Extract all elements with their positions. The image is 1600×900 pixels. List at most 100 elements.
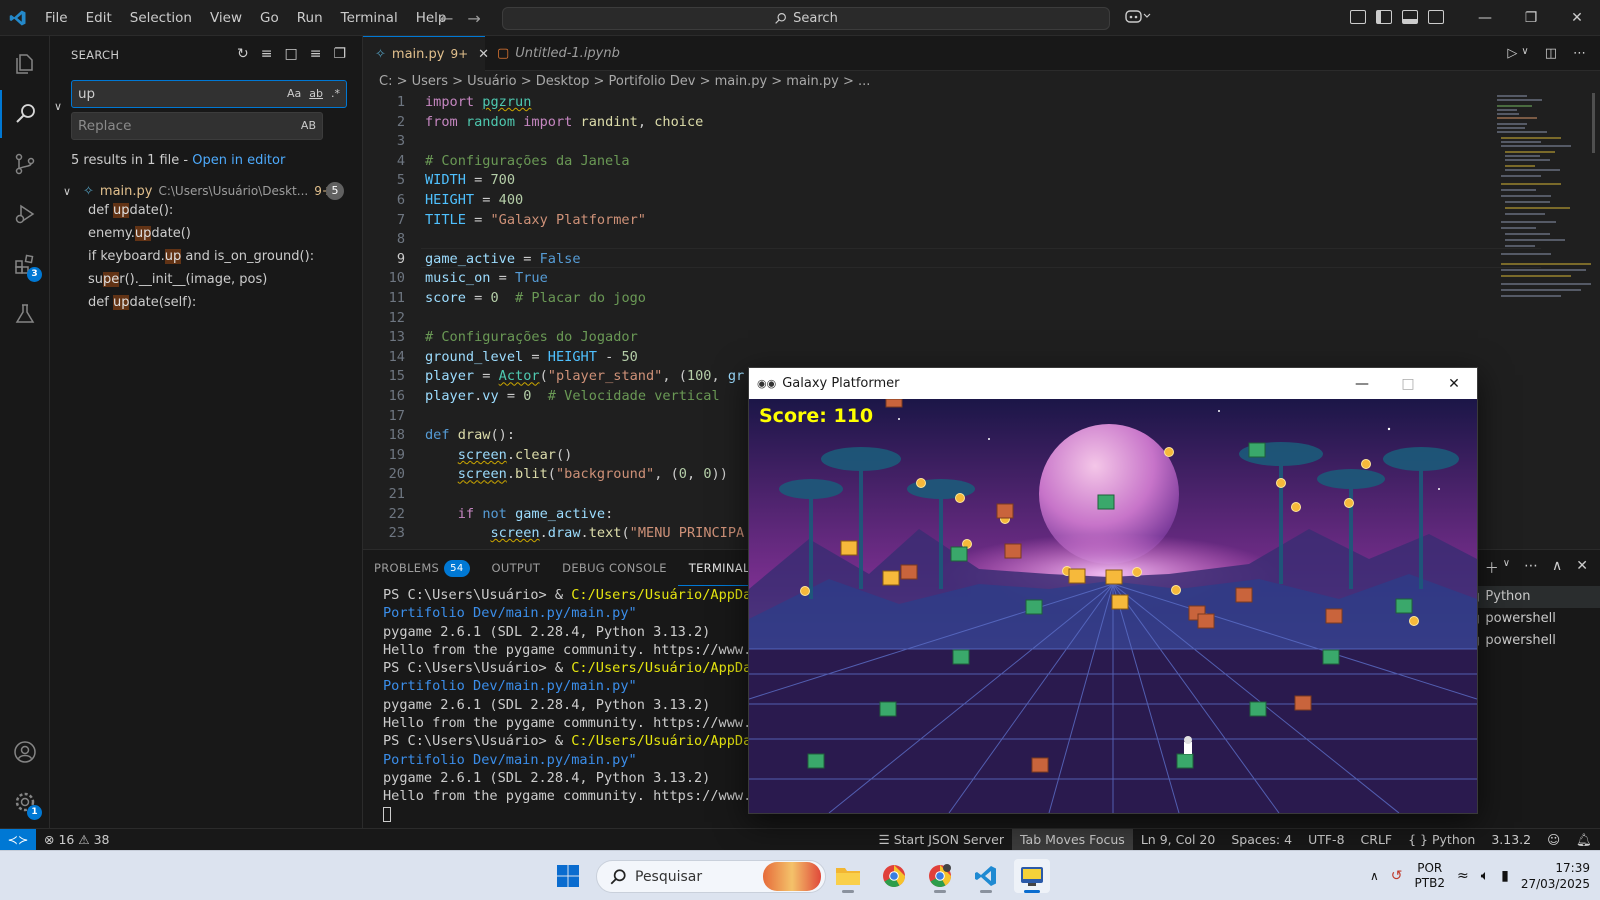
- preserve-case-icon[interactable]: AB: [301, 113, 316, 139]
- problems-status[interactable]: ⊗ 16 ⚠ 38: [36, 829, 117, 851]
- back-arrow-icon[interactable]: ←: [440, 9, 453, 28]
- menu-view[interactable]: View: [201, 0, 251, 36]
- json-server-status[interactable]: ☰ Start JSON Server: [870, 829, 1012, 851]
- terminal-dropdown-chevron-icon[interactable]: ∨: [1503, 558, 1510, 578]
- menu-terminal[interactable]: Terminal: [332, 0, 407, 36]
- menu-go[interactable]: Go: [251, 0, 288, 36]
- language-mode-status[interactable]: { } Python: [1400, 829, 1483, 851]
- tab-problems[interactable]: PROBLEMS 54: [363, 550, 481, 586]
- indentation-status[interactable]: Spaces: 4: [1223, 829, 1300, 851]
- volume-icon[interactable]: 🔈︎: [1481, 868, 1489, 884]
- python-app-icon[interactable]: [1014, 859, 1050, 893]
- match-case-icon[interactable]: Aa: [287, 81, 301, 107]
- open-in-editor-link[interactable]: Open in editor: [192, 153, 285, 168]
- search-match-item[interactable]: def update():: [88, 203, 173, 218]
- testing-icon[interactable]: [0, 290, 50, 338]
- cursor-position-status[interactable]: Ln 9, Col 20: [1133, 829, 1224, 851]
- game-maximize-icon[interactable]: □: [1385, 368, 1431, 399]
- close-panel-icon[interactable]: ✕: [1576, 558, 1588, 578]
- game-canvas[interactable]: Score: 110: [749, 399, 1477, 813]
- search-match-item[interactable]: super().__init__(image, pos): [88, 272, 267, 287]
- remote-indicator-icon[interactable]: ≺≻: [0, 828, 36, 851]
- run-debug-icon[interactable]: [0, 190, 50, 238]
- chrome-profile-icon[interactable]: [922, 859, 958, 893]
- encoding-status[interactable]: UTF-8: [1300, 829, 1352, 851]
- customize-layout-icon[interactable]: [1350, 10, 1366, 24]
- python-file-icon: ✧: [83, 183, 94, 199]
- tab-debug-console[interactable]: DEBUG CONSOLE: [551, 550, 678, 586]
- input-language[interactable]: POR PTB2: [1415, 861, 1445, 891]
- minimize-icon[interactable]: —: [1462, 0, 1508, 36]
- copilot-icon[interactable]: [1125, 8, 1151, 28]
- close-icon[interactable]: ✕: [1554, 0, 1600, 36]
- collapse-all-icon[interactable]: ❐: [333, 46, 346, 62]
- battery-icon[interactable]: ▮: [1501, 868, 1509, 884]
- toggle-panel-icon[interactable]: [1402, 10, 1418, 24]
- sidebar-actions: ↻ ≡ □ ≡ ❐: [237, 46, 346, 62]
- wifi-icon[interactable]: ≈: [1457, 868, 1469, 884]
- tab-output[interactable]: OUTPUT: [481, 550, 552, 586]
- toggle-replace-chevron-icon[interactable]: ∨: [54, 100, 62, 113]
- more-actions-icon[interactable]: ⋯: [1573, 46, 1586, 61]
- toggle-primary-sidebar-icon[interactable]: [1376, 10, 1392, 24]
- terminal-prompt: PS C:\Users\Usuário> &: [383, 660, 572, 677]
- search-match-item[interactable]: enemy.update(): [88, 226, 191, 241]
- menu-selection[interactable]: Selection: [121, 0, 201, 36]
- refresh-icon[interactable]: ↻: [237, 46, 249, 62]
- match-text-after: r().__init__(image, pos): [119, 272, 268, 287]
- clock[interactable]: 17:39 27/03/2025: [1521, 860, 1590, 892]
- menu-file[interactable]: File: [36, 0, 77, 36]
- source-control-icon[interactable]: [0, 140, 50, 188]
- copilot-status-icon[interactable]: ☺: [1539, 829, 1568, 851]
- new-search-editor-icon[interactable]: □: [284, 46, 297, 62]
- python-version-status[interactable]: 3.13.2: [1483, 829, 1539, 851]
- run-dropdown-chevron-icon[interactable]: ∨: [1521, 46, 1528, 61]
- tab-main-py[interactable]: ✧ main.py 9+ ✕: [363, 36, 489, 71]
- search-match-item[interactable]: if keyboard.up and is_on_ground():: [88, 249, 314, 264]
- use-regex-icon[interactable]: .*: [331, 81, 340, 107]
- manage-gear-icon[interactable]: 1: [0, 778, 50, 826]
- view-as-tree-icon[interactable]: ≡: [310, 46, 322, 62]
- forward-arrow-icon[interactable]: →: [467, 9, 480, 28]
- explorer-icon[interactable]: [0, 40, 50, 88]
- clear-results-icon[interactable]: ≡: [261, 46, 273, 62]
- new-terminal-icon[interactable]: ＋: [1485, 558, 1499, 578]
- search-view-icon[interactable]: [0, 90, 50, 138]
- sync-icon[interactable]: ↺: [1391, 868, 1403, 884]
- game-window-titlebar[interactable]: ◉◉ Galaxy Platformer — □ ✕: [749, 368, 1477, 399]
- minimap[interactable]: [1495, 93, 1595, 313]
- file-explorer-icon[interactable]: [830, 859, 866, 893]
- vscode-taskbar-icon[interactable]: [968, 859, 1004, 893]
- accounts-icon[interactable]: [0, 728, 50, 776]
- result-file-row[interactable]: ∨ ✧ main.py C:\Users\Usuário\Deskt... 9+…: [63, 180, 363, 202]
- run-python-file-icon[interactable]: ▷: [1507, 46, 1517, 61]
- command-center-search[interactable]: Search: [502, 7, 1110, 30]
- running-indicator: [1024, 890, 1040, 893]
- terminal-text: Hello from the pygame community. https:/…: [383, 788, 785, 805]
- menu-edit[interactable]: Edit: [77, 0, 121, 36]
- breadcrumb[interactable]: C: > Users > Usuário > Desktop > Portifo…: [363, 71, 1600, 93]
- game-minimize-icon[interactable]: —: [1339, 368, 1385, 399]
- search-highlight-image-icon[interactable]: [763, 862, 821, 891]
- toggle-secondary-sidebar-icon[interactable]: [1428, 10, 1444, 24]
- menu-run[interactable]: Run: [288, 0, 332, 36]
- search-input[interactable]: up Aa ab .*: [71, 80, 347, 108]
- chrome-icon[interactable]: [876, 859, 912, 893]
- notifications-bell-icon[interactable]: 🔔︎: [1568, 829, 1600, 851]
- tab-untitled-ipynb[interactable]: ▢ Untitled-1.ipynb: [485, 36, 632, 71]
- game-window-title: Galaxy Platformer: [782, 376, 900, 391]
- show-hidden-icons-chevron-icon[interactable]: ∧: [1370, 869, 1379, 883]
- game-close-icon[interactable]: ✕: [1431, 368, 1477, 399]
- vscode-logo-icon: [0, 0, 36, 36]
- restore-icon[interactable]: ❐: [1508, 0, 1554, 36]
- search-match-item[interactable]: def update(self):: [88, 295, 196, 310]
- more-actions-icon[interactable]: ⋯: [1524, 558, 1538, 578]
- replace-input[interactable]: Replace AB: [71, 112, 323, 140]
- eol-status[interactable]: CRLF: [1353, 829, 1401, 851]
- match-whole-word-icon[interactable]: ab: [309, 81, 323, 107]
- tab-moves-focus-status[interactable]: Tab Moves Focus: [1011, 828, 1133, 851]
- maximize-panel-chevron-icon[interactable]: ∧: [1552, 558, 1562, 578]
- start-menu-windows-icon[interactable]: [550, 859, 586, 893]
- extensions-icon[interactable]: 3: [0, 240, 50, 288]
- split-editor-icon[interactable]: ◫: [1545, 46, 1557, 61]
